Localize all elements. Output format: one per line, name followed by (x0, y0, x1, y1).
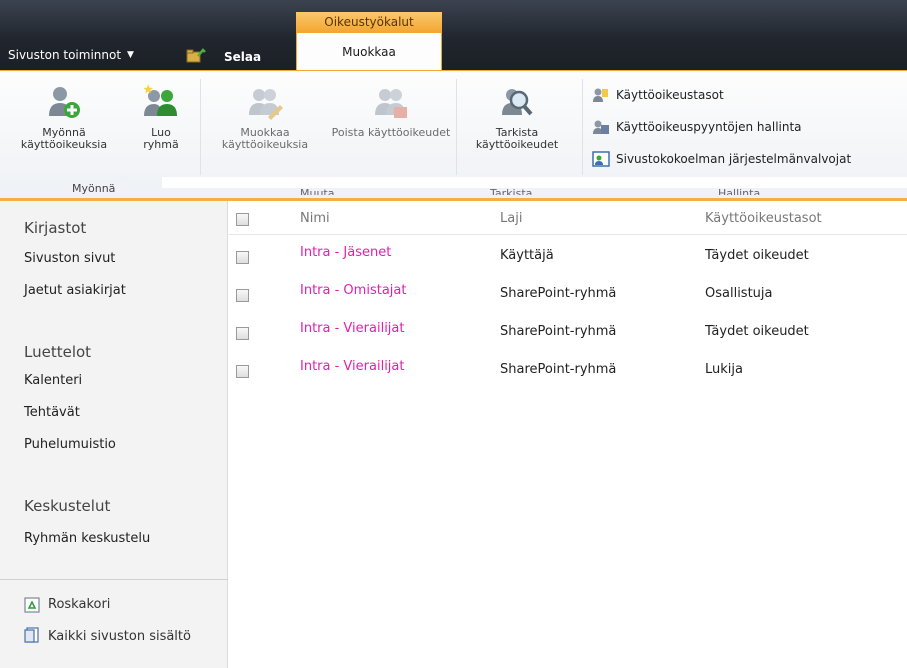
site-collection-admins-icon (592, 151, 610, 167)
table-row: Intra - Omistajat SharePoint-ryhmä Osall… (229, 277, 907, 315)
site-collection-admins-button[interactable]: Sivustokokoelman järjestelmänvalvojat (592, 151, 851, 167)
tab-browse[interactable]: Selaa (224, 50, 261, 64)
site-collection-admins-label: Sivustokokoelman järjestelmänvalvojat (616, 152, 852, 166)
edit-permissions-label: Muokkaa käyttöoikeuksia (221, 126, 309, 151)
check-permissions-button[interactable]: Tarkista käyttöoikeudet (458, 83, 576, 151)
recycle-bin-link[interactable]: Roskakori (24, 597, 110, 613)
row-name-link[interactable]: Intra - Vierailijat (300, 359, 404, 374)
row-checkbox[interactable] (236, 251, 249, 264)
create-group-button[interactable]: Luo ryhmä (134, 83, 188, 151)
nav-item-team-discussion[interactable]: Ryhmän keskustelu (24, 531, 150, 546)
row-name-link[interactable]: Intra - Jäsenet (300, 245, 391, 260)
check-permissions-label: Tarkista käyttöoikeudet (475, 126, 559, 151)
edit-permissions-icon (249, 89, 283, 120)
nav-heading-lists[interactable]: Luettelot (24, 343, 91, 361)
ribbon-divider (200, 79, 201, 175)
nav-heading-libraries[interactable]: Kirjastot (24, 219, 86, 237)
table-row: Intra - Jäsenet Käyttäjä Täydet oikeudet (229, 239, 907, 277)
context-tab-label: Oikeustyökalut (296, 12, 442, 32)
permission-levels-label: Käyttöoikeustasot (616, 88, 724, 102)
ribbon-overlay (162, 177, 907, 188)
all-site-content-icon (24, 627, 39, 643)
remove-permissions-label: Poista käyttöoikeudet (331, 126, 451, 139)
top-bar: Oikeustyökalut Sivuston toiminnot ▼ Sela… (0, 0, 907, 73)
all-site-content-label: Kaikki sivuston sisältö (48, 629, 191, 644)
grant-permissions-label: Myönnä käyttöoikeuksia (20, 126, 108, 151)
table-row: Intra - Vierailijat SharePoint-ryhmä Täy… (229, 315, 907, 353)
row-name-link[interactable]: Intra - Vierailijat (300, 321, 404, 336)
row-type: SharePoint-ryhmä (500, 362, 617, 377)
table-row: Intra - Vierailijat SharePoint-ryhmä Luk… (229, 353, 907, 391)
nav-item-shared-documents[interactable]: Jaetut asiakirjat (24, 283, 126, 298)
row-name-link[interactable]: Intra - Omistajat (300, 283, 406, 298)
row-level: Täydet oikeudet (705, 324, 809, 339)
nav-item-phone-log[interactable]: Puhelumuistio (24, 437, 116, 452)
row-checkbox[interactable] (236, 289, 249, 302)
quick-launch: Kirjastot Sivuston sivut Jaetut asiakirj… (0, 201, 228, 668)
row-level: Täydet oikeudet (705, 248, 809, 263)
table-header: Nimi Laji Käyttöoikeustasot (229, 201, 907, 235)
row-type: SharePoint-ryhmä (500, 324, 617, 339)
grant-permissions-icon (49, 87, 80, 118)
row-type: SharePoint-ryhmä (500, 286, 617, 301)
nav-heading-discussions[interactable]: Keskustelut (24, 497, 110, 515)
nav-item-site-pages[interactable]: Sivuston sivut (24, 251, 115, 266)
ribbon-divider (582, 79, 583, 175)
row-checkbox[interactable] (236, 365, 249, 378)
check-permissions-icon (502, 89, 533, 116)
row-level: Lukija (705, 362, 743, 377)
nav-item-tasks[interactable]: Tehtävät (24, 405, 80, 420)
remove-permissions-button[interactable]: Poista käyttöoikeudet (330, 83, 452, 139)
access-requests-icon (593, 120, 609, 134)
column-header-name[interactable]: Nimi (300, 211, 330, 226)
grant-permissions-button[interactable]: Myönnä käyttöoikeuksia (14, 83, 114, 151)
access-requests-label: Käyttöoikeuspyyntöjen hallinta (616, 120, 802, 134)
row-level: Osallistuja (705, 286, 773, 301)
recycle-bin-icon (24, 597, 40, 613)
recycle-bin-label: Roskakori (48, 597, 111, 612)
chevron-down-icon: ▼ (127, 50, 134, 60)
edit-permissions-button[interactable]: Muokkaa käyttöoikeuksia (202, 83, 328, 151)
group-label-grant: Myönnä (72, 182, 116, 195)
select-all-checkbox[interactable] (236, 213, 249, 226)
all-site-content-link[interactable]: Kaikki sivuston sisältö (24, 627, 194, 647)
navigate-up-icon[interactable] (186, 47, 206, 63)
permissions-table: Nimi Laji Käyttöoikeustasot Intra - Jäse… (229, 201, 907, 668)
nav-divider (0, 579, 228, 580)
create-group-label: Luo ryhmä (143, 126, 179, 151)
access-requests-button[interactable]: Käyttöoikeuspyyntöjen hallinta (592, 119, 802, 135)
column-header-type[interactable]: Laji (500, 211, 522, 226)
nav-item-calendar[interactable]: Kalenteri (24, 373, 82, 388)
permission-levels-button[interactable]: Käyttöoikeustasot (592, 87, 724, 103)
row-checkbox[interactable] (236, 327, 249, 340)
column-header-levels[interactable]: Käyttöoikeustasot (705, 211, 822, 226)
tab-edit[interactable]: Muokkaa (296, 32, 442, 73)
remove-permissions-icon (375, 89, 407, 118)
site-actions-label: Sivuston toiminnot (8, 48, 122, 62)
row-type: Käyttäjä (500, 248, 554, 263)
ribbon-divider (456, 79, 457, 175)
create-group-icon (143, 84, 177, 116)
site-actions-menu[interactable]: Sivuston toiminnot ▼ (8, 48, 134, 62)
permission-levels-icon (593, 88, 608, 102)
